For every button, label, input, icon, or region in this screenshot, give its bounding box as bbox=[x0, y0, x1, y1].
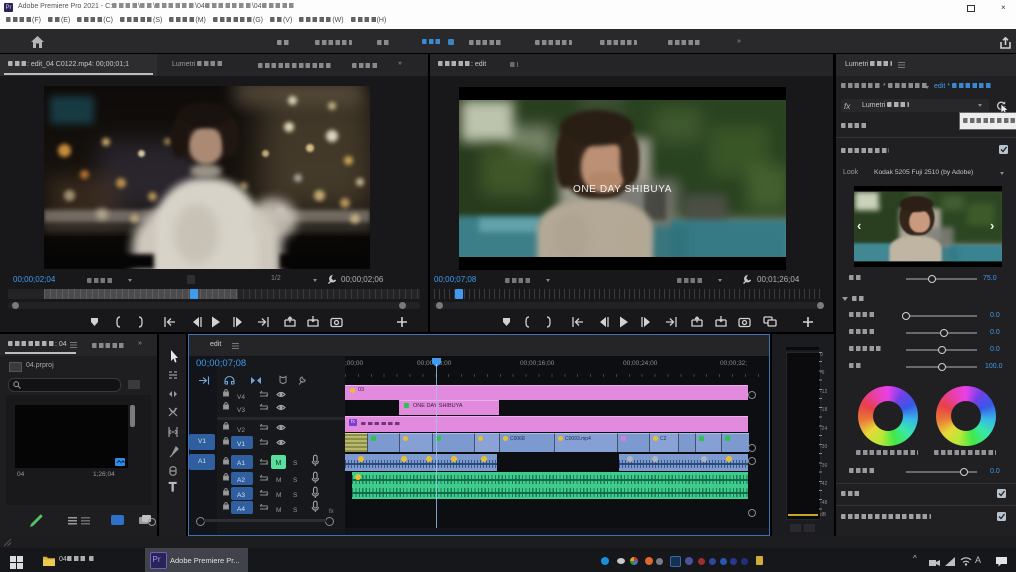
svg-text:V3: V3 bbox=[237, 407, 245, 414]
svg-text:M: M bbox=[276, 492, 281, 499]
svg-text:S: S bbox=[293, 507, 298, 514]
svg-text:A2: A2 bbox=[237, 477, 245, 484]
svg-text:T: T bbox=[169, 480, 177, 493]
svg-text:M: M bbox=[276, 460, 282, 467]
svg-text:M: M bbox=[276, 477, 281, 484]
svg-text:M: M bbox=[276, 507, 281, 514]
svg-text:A1: A1 bbox=[237, 460, 245, 467]
svg-text:V2: V2 bbox=[237, 427, 245, 434]
svg-text:A3: A3 bbox=[237, 492, 245, 499]
svg-text:fx: fx bbox=[329, 509, 334, 515]
svg-text:S: S bbox=[293, 460, 298, 467]
svg-text:V4: V4 bbox=[237, 394, 245, 401]
svg-text:A4: A4 bbox=[237, 506, 245, 513]
svg-text:S: S bbox=[293, 492, 298, 499]
svg-text:V1: V1 bbox=[237, 441, 245, 448]
svg-text:S: S bbox=[293, 477, 298, 484]
